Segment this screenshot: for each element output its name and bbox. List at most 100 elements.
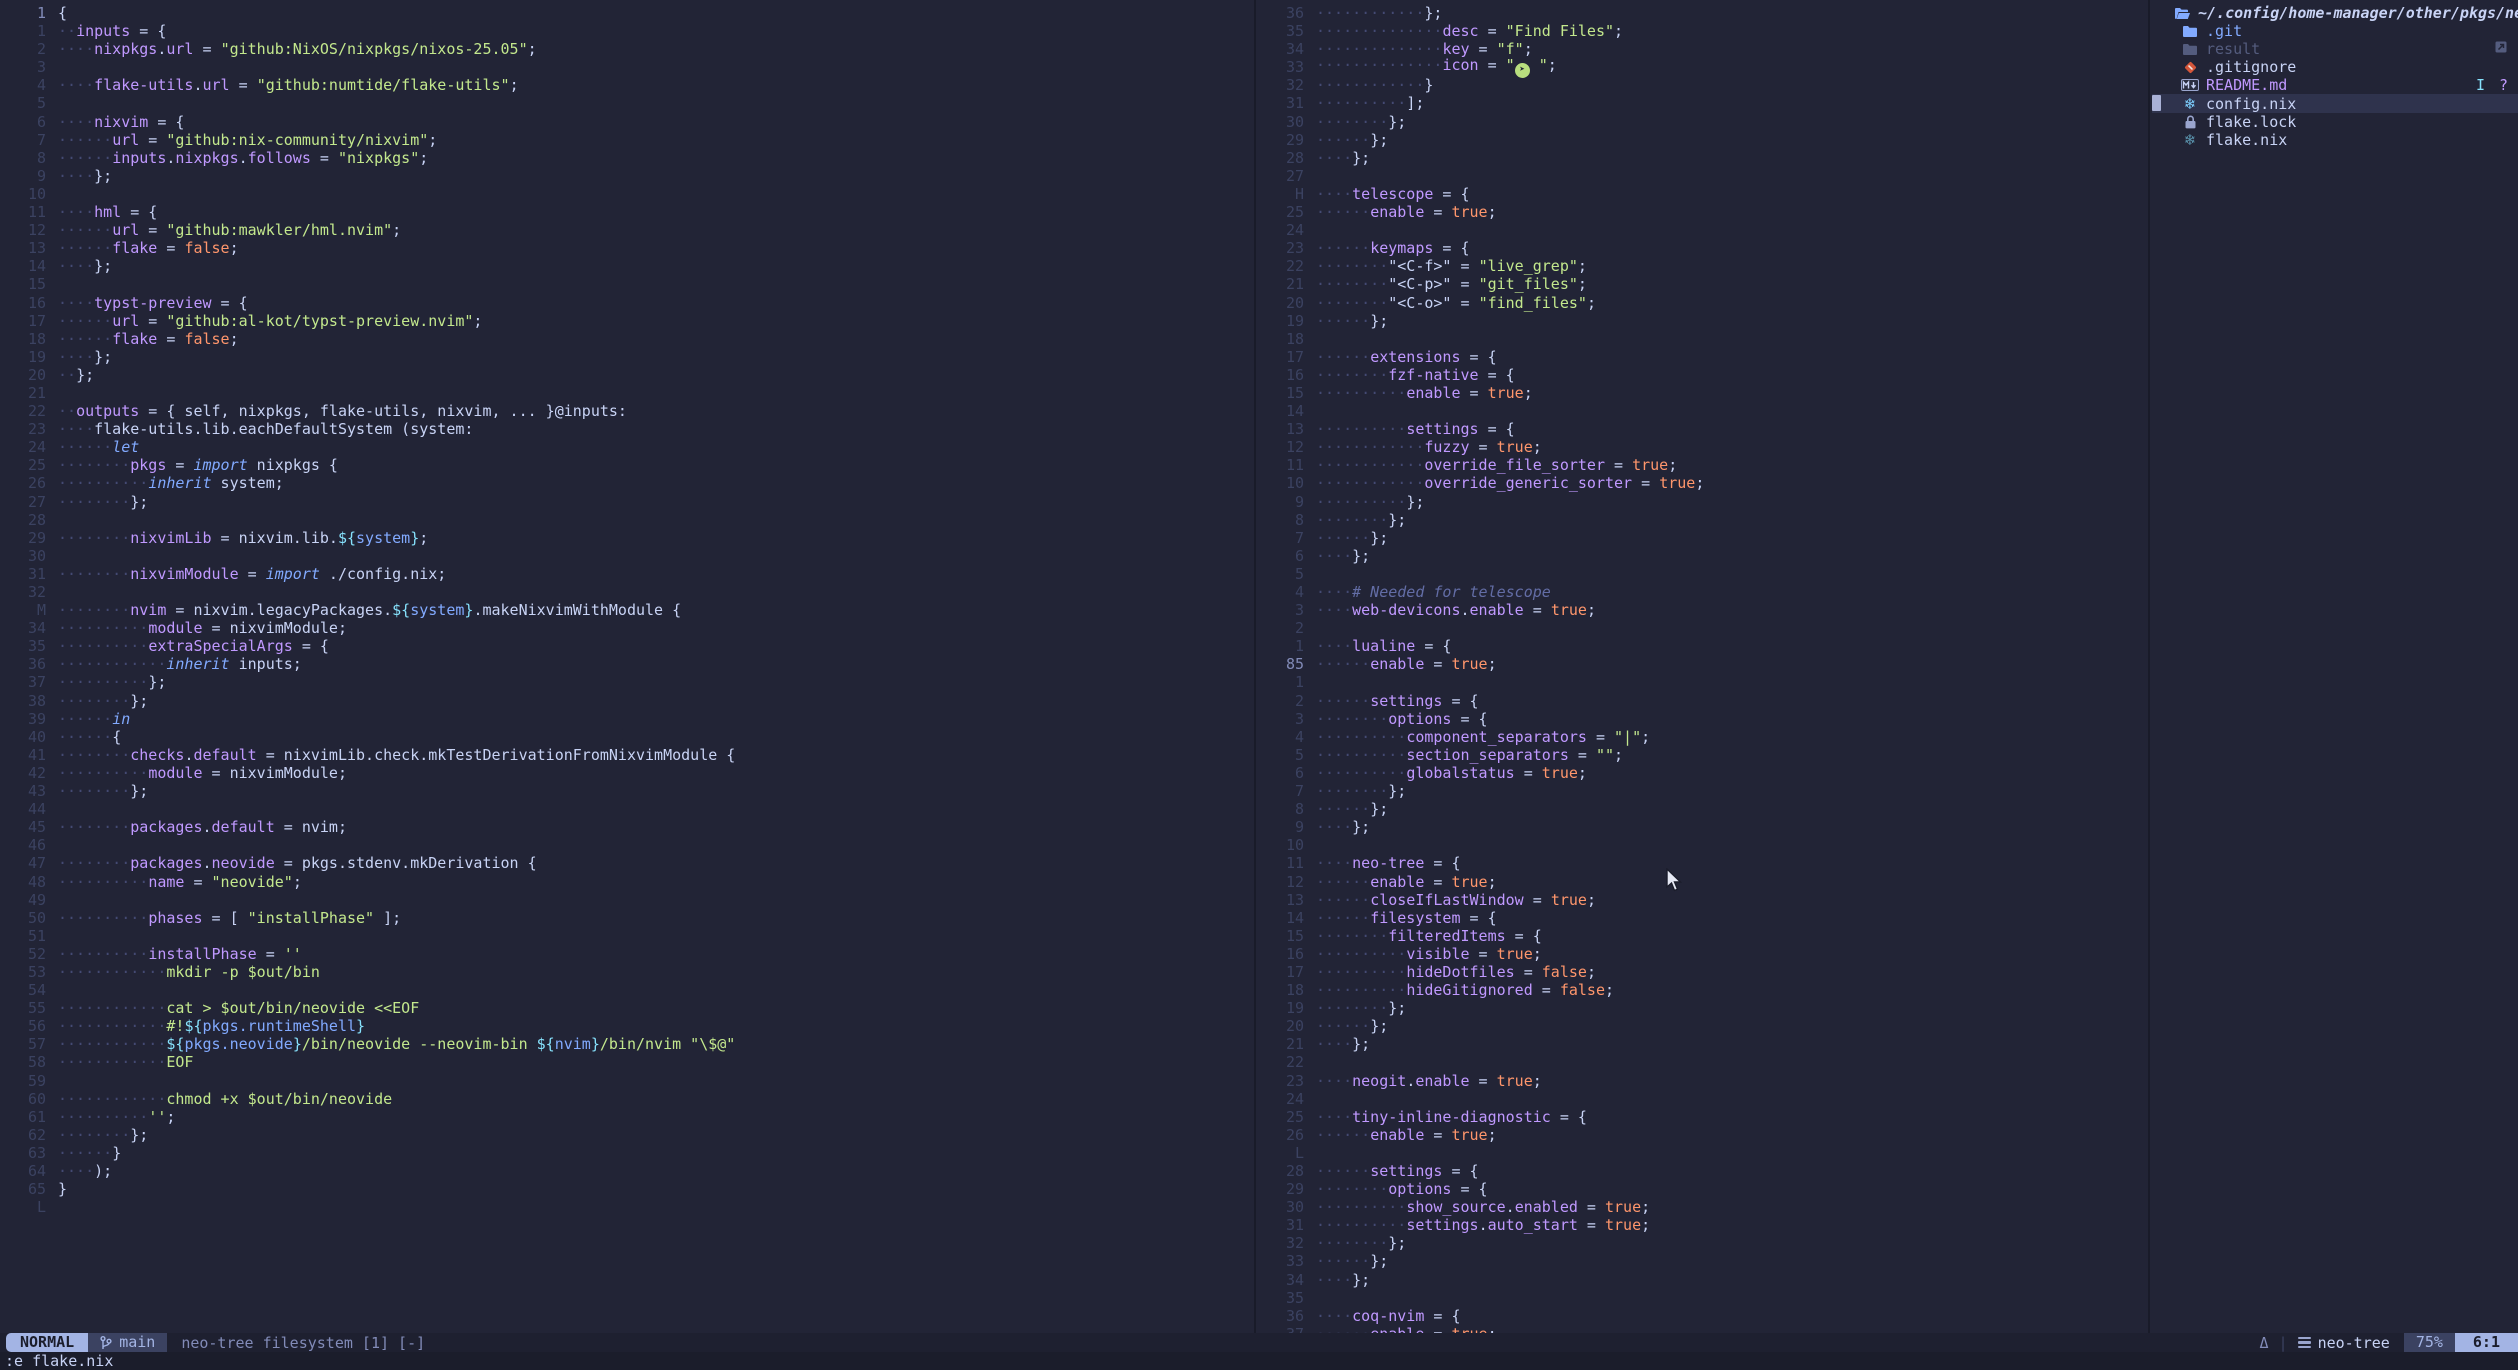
code-line[interactable]: 60············chmod +x $out/bin/neovide bbox=[0, 1090, 1254, 1108]
code-line[interactable]: 34··········module = nixvimModule; bbox=[0, 619, 1254, 637]
code-line[interactable]: 25········pkgs = import nixpkgs { bbox=[0, 456, 1254, 474]
tree-item-README-md[interactable]: README.mdI? bbox=[2152, 76, 2518, 94]
code-line[interactable]: 1 bbox=[1258, 673, 2148, 691]
code-line[interactable]: 35··········extraSpecialArgs = { bbox=[0, 637, 1254, 655]
code-line[interactable]: 6··········globalstatus = true; bbox=[1258, 764, 2148, 782]
code-line[interactable]: 17······url = "github:al-kot/typst-previ… bbox=[0, 312, 1254, 330]
code-line[interactable]: 57············${pkgs.neovide}/bin/neovid… bbox=[0, 1035, 1254, 1053]
code-line[interactable]: 28····}; bbox=[1258, 149, 2148, 167]
code-line[interactable]: 25····tiny-inline-diagnostic = { bbox=[1258, 1108, 2148, 1126]
code-line[interactable]: 56············#!${pkgs.runtimeShell} bbox=[0, 1017, 1254, 1035]
code-line[interactable]: 20········"<C-o>" = "find_files"; bbox=[1258, 294, 2148, 312]
code-line[interactable]: 26······enable = true; bbox=[1258, 1126, 2148, 1144]
tree-root-path[interactable]: ~/.config/home-manager/other/pkgs/ne bbox=[2152, 4, 2518, 22]
code-line[interactable]: 27········}; bbox=[0, 493, 1254, 511]
code-line[interactable]: 52··········installPhase = '' bbox=[0, 945, 1254, 963]
code-line[interactable]: 12······enable = true; bbox=[1258, 873, 2148, 891]
code-line[interactable]: 21····}; bbox=[1258, 1035, 2148, 1053]
tree-item-gitignore[interactable]: .gitignore bbox=[2152, 58, 2518, 76]
command-line[interactable]: :e flake.nix bbox=[0, 1352, 2518, 1370]
code-line[interactable]: 49 bbox=[0, 891, 1254, 909]
code-line[interactable]: 16··········visible = true; bbox=[1258, 945, 2148, 963]
tree-item-git[interactable]: .git bbox=[2152, 22, 2518, 40]
code-line[interactable]: 11····neo-tree = { bbox=[1258, 854, 2148, 872]
code-line[interactable]: 44 bbox=[0, 800, 1254, 818]
code-line[interactable]: 85······enable = true; bbox=[1258, 655, 2148, 673]
code-line[interactable]: 14 bbox=[1258, 402, 2148, 420]
code-line[interactable]: 4··········component_separators = "|"; bbox=[1258, 728, 2148, 746]
code-line[interactable]: H····telescope = { bbox=[1258, 185, 2148, 203]
code-line[interactable]: M········nvim = nixvim.legacyPackages.${… bbox=[0, 601, 1254, 619]
code-line[interactable]: 11····hml = { bbox=[0, 203, 1254, 221]
code-line[interactable]: 31··········]; bbox=[1258, 94, 2148, 112]
code-line[interactable]: 16····typst-preview = { bbox=[0, 294, 1254, 312]
code-line[interactable]: 12············fuzzy = true; bbox=[1258, 438, 2148, 456]
code-line[interactable]: 35··············desc = "Find Files"; bbox=[1258, 22, 2148, 40]
code-line[interactable]: 1{ bbox=[0, 4, 1254, 22]
code-line[interactable]: 38········}; bbox=[0, 692, 1254, 710]
code-line[interactable]: 7········}; bbox=[1258, 782, 2148, 800]
code-line[interactable]: 25······enable = true; bbox=[1258, 203, 2148, 221]
code-line[interactable]: 8········}; bbox=[1258, 511, 2148, 529]
code-line[interactable]: 19····}; bbox=[0, 348, 1254, 366]
code-line[interactable]: 15··········enable = true; bbox=[1258, 384, 2148, 402]
code-line[interactable]: 30··········show_source.enabled = true; bbox=[1258, 1198, 2148, 1216]
code-line[interactable]: 26··········inherit system; bbox=[0, 474, 1254, 492]
tree-item-flake-nix[interactable]: ❄flake.nix bbox=[2152, 131, 2518, 149]
code-line[interactable]: 2······settings = { bbox=[1258, 692, 2148, 710]
code-line[interactable]: 50··········phases = [ "installPhase" ]; bbox=[0, 909, 1254, 927]
code-line[interactable]: 9····}; bbox=[1258, 818, 2148, 836]
code-line[interactable]: 13······closeIfLastWindow = true; bbox=[1258, 891, 2148, 909]
code-line[interactable]: 32 bbox=[0, 583, 1254, 601]
code-line[interactable]: 40······{ bbox=[0, 728, 1254, 746]
code-line[interactable]: 54 bbox=[0, 981, 1254, 999]
code-line[interactable]: 23······keymaps = { bbox=[1258, 239, 2148, 257]
code-line[interactable]: 37··········}; bbox=[0, 673, 1254, 691]
code-line[interactable]: 53············mkdir -p $out/bin bbox=[0, 963, 1254, 981]
code-line[interactable]: 51 bbox=[0, 927, 1254, 945]
code-line[interactable]: 17······extensions = { bbox=[1258, 348, 2148, 366]
code-line[interactable]: 33··············icon = "➤ "; bbox=[1258, 58, 2148, 76]
code-line[interactable]: 20······}; bbox=[1258, 1017, 2148, 1035]
code-line[interactable]: 46 bbox=[0, 836, 1254, 854]
code-line[interactable]: 21 bbox=[0, 384, 1254, 402]
code-line[interactable]: 29······}; bbox=[1258, 131, 2148, 149]
code-line[interactable]: 47········packages.neovide = pkgs.stdenv… bbox=[0, 854, 1254, 872]
code-line[interactable]: 14······filesystem = { bbox=[1258, 909, 2148, 927]
code-line[interactable]: 6····}; bbox=[1258, 547, 2148, 565]
code-line[interactable]: 9····}; bbox=[0, 167, 1254, 185]
code-line[interactable]: 15 bbox=[0, 275, 1254, 293]
code-line[interactable]: 37······enable = true; bbox=[1258, 1325, 2148, 1333]
code-line[interactable]: 18······flake = false; bbox=[0, 330, 1254, 348]
code-line[interactable]: 13··········settings = { bbox=[1258, 420, 2148, 438]
code-line[interactable]: 16········fzf-native = { bbox=[1258, 366, 2148, 384]
code-line[interactable]: 32············} bbox=[1258, 76, 2148, 94]
code-line[interactable]: 1··inputs = { bbox=[0, 22, 1254, 40]
code-line[interactable]: 36············}; bbox=[1258, 4, 2148, 22]
code-line[interactable]: 55············cat > $out/bin/neovide <<E… bbox=[0, 999, 1254, 1017]
code-line[interactable]: 7······}; bbox=[1258, 529, 2148, 547]
code-line[interactable]: 5 bbox=[1258, 565, 2148, 583]
code-line[interactable]: 61··········''; bbox=[0, 1108, 1254, 1126]
code-line[interactable]: 29········nixvimLib = nixvim.lib.${syste… bbox=[0, 529, 1254, 547]
code-line[interactable]: 19········}; bbox=[1258, 999, 2148, 1017]
code-line[interactable]: 62········}; bbox=[0, 1126, 1254, 1144]
tree-item-flake-lock[interactable]: flake.lock bbox=[2152, 113, 2518, 131]
code-line[interactable]: 58············EOF bbox=[0, 1053, 1254, 1071]
code-line[interactable]: 12······url = "github:mawkler/hml.nvim"; bbox=[0, 221, 1254, 239]
code-line[interactable]: 3 bbox=[0, 58, 1254, 76]
code-line[interactable]: 34····}; bbox=[1258, 1271, 2148, 1289]
code-line[interactable]: 10············override_generic_sorter = … bbox=[1258, 474, 2148, 492]
code-line[interactable]: 24 bbox=[1258, 221, 2148, 239]
code-line[interactable]: 59 bbox=[0, 1072, 1254, 1090]
code-line[interactable]: 1····lualine = { bbox=[1258, 637, 2148, 655]
code-line[interactable]: 23····flake-utils.lib.eachDefaultSystem … bbox=[0, 420, 1254, 438]
code-line[interactable]: 45········packages.default = nvim; bbox=[0, 818, 1254, 836]
code-line[interactable]: 10 bbox=[0, 185, 1254, 203]
code-line[interactable]: 63······} bbox=[0, 1144, 1254, 1162]
editor-pane-flake-nix[interactable]: 1{1··inputs = {2····nixpkgs.url = "githu… bbox=[0, 0, 1256, 1333]
code-line[interactable]: 23····neogit.enable = true; bbox=[1258, 1072, 2148, 1090]
code-line[interactable]: 19······}; bbox=[1258, 312, 2148, 330]
code-line[interactable]: 33······}; bbox=[1258, 1252, 2148, 1270]
code-line[interactable]: 24 bbox=[1258, 1090, 2148, 1108]
